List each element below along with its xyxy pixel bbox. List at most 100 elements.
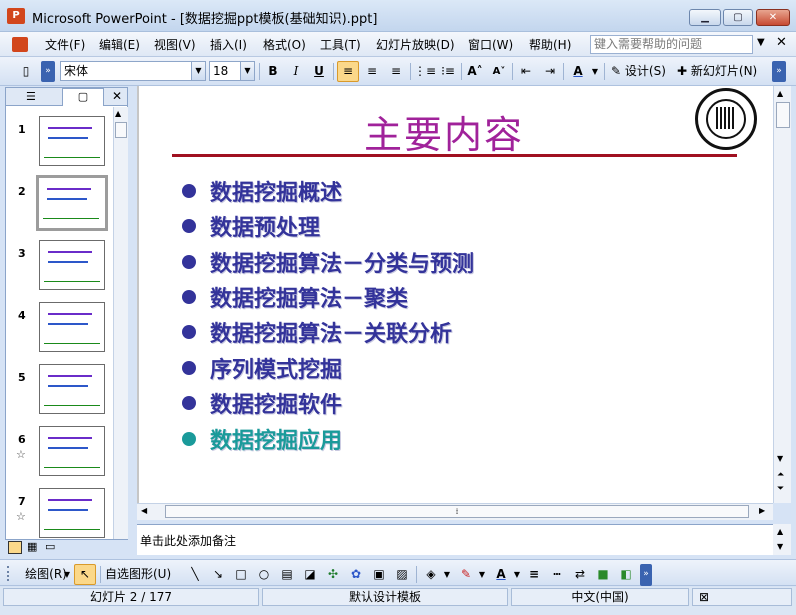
- menu-format[interactable]: 格式(O): [261, 36, 308, 53]
- notes-placeholder[interactable]: 单击此处添加备注: [140, 532, 236, 549]
- bold-button[interactable]: B: [263, 61, 283, 82]
- menu-slideshow[interactable]: 幻灯片放映(D): [374, 36, 457, 53]
- design-button[interactable]: ✎ 设计(S): [608, 61, 670, 82]
- select-objects-icon[interactable]: ↖: [74, 564, 96, 585]
- spell-check-icon[interactable]: ⊠: [692, 588, 792, 606]
- scroll-left-icon[interactable]: ◀: [141, 506, 147, 515]
- horizontal-scroll-thumb[interactable]: ⁞: [165, 505, 749, 518]
- slide-thumbnail[interactable]: [39, 240, 105, 290]
- slide[interactable]: 主要内容 数据挖掘概述 数据预处理 数据挖掘算法－分类与预测 数据挖掘算法－聚类 数据挖…: [137, 86, 772, 503]
- scroll-down-icon[interactable]: ▼: [777, 542, 783, 551]
- bullet-list-icon[interactable]: ⁝≡: [437, 61, 459, 82]
- insert-image-icon[interactable]: ▨: [391, 564, 413, 585]
- menu-tools[interactable]: 工具(T): [318, 36, 363, 53]
- slide-thumbnail[interactable]: [39, 488, 105, 538]
- close-document-icon[interactable]: ✕: [776, 35, 787, 50]
- slide-canvas[interactable]: 主要内容 数据挖掘概述 数据预处理 数据挖掘算法－分类与预测 数据挖掘算法－聚类 数据挖…: [137, 86, 776, 503]
- underline-button[interactable]: U: [309, 61, 329, 82]
- help-dropdown-icon[interactable]: ▼: [757, 37, 765, 48]
- align-center-icon[interactable]: ≡: [361, 61, 383, 82]
- italic-button[interactable]: I: [286, 61, 306, 82]
- outline-tab-icon[interactable]: ☰: [26, 90, 36, 103]
- font-name-select[interactable]: 宋体 ▼: [60, 61, 206, 81]
- new-document-icon[interactable]: ▯: [15, 61, 37, 82]
- slide-thumbnail[interactable]: [39, 302, 105, 352]
- toolbar-overflow-icon[interactable]: »: [640, 564, 652, 586]
- slide-thumbnail[interactable]: [39, 116, 105, 166]
- slide-sorter-view-icon[interactable]: ▦: [27, 540, 37, 553]
- diagram-icon[interactable]: ✣: [322, 564, 344, 585]
- fill-color-icon[interactable]: ◈: [420, 564, 442, 585]
- scroll-up-icon[interactable]: ▲: [777, 89, 783, 98]
- menu-view[interactable]: 视图(V): [152, 36, 198, 53]
- chevron-down-icon[interactable]: ▼: [477, 564, 487, 585]
- slide-title[interactable]: 主要内容: [139, 104, 749, 159]
- help-search-input[interactable]: 键入需要帮助的问题: [590, 35, 753, 54]
- menu-help[interactable]: 帮助(H): [527, 36, 573, 53]
- chevron-down-icon[interactable]: ▼: [442, 564, 452, 585]
- text-box-icon[interactable]: ▤: [276, 564, 298, 585]
- chevron-down-icon[interactable]: ▼: [240, 62, 254, 80]
- close-button[interactable]: ✕: [756, 9, 790, 26]
- scroll-up-icon[interactable]: ▲: [115, 109, 121, 118]
- slides-tab-icon[interactable]: ▢: [62, 88, 104, 106]
- menu-file[interactable]: 文件(F): [43, 36, 87, 53]
- clip-art-icon[interactable]: ✿: [345, 564, 367, 585]
- rectangle-icon[interactable]: □: [230, 564, 252, 585]
- previous-slide-icon[interactable]: ⏶: [777, 470, 784, 480]
- shadow-style-icon[interactable]: ■: [592, 564, 614, 585]
- align-left-icon[interactable]: ≡: [337, 61, 359, 82]
- menu-edit[interactable]: 编辑(E): [97, 36, 142, 53]
- chevron-down-icon[interactable]: ▼: [512, 564, 522, 585]
- wordart-icon[interactable]: ◪: [299, 564, 321, 585]
- toolbar-options-icon[interactable]: »: [41, 61, 55, 82]
- chevron-down-icon[interactable]: ▼: [62, 564, 72, 585]
- slide-scroll-thumb[interactable]: [776, 102, 790, 128]
- arrow-style-icon[interactable]: ⇄: [569, 564, 591, 585]
- notes-scrollbar[interactable]: ▲ ▼: [773, 524, 791, 555]
- oval-icon[interactable]: ○: [253, 564, 275, 585]
- maximize-button[interactable]: ▢: [723, 9, 753, 26]
- menu-insert[interactable]: 插入(I): [208, 36, 249, 53]
- autoshapes-menu-button[interactable]: 自选图形(U): [104, 564, 182, 585]
- line-icon[interactable]: ╲: [184, 564, 206, 585]
- font-size-select[interactable]: 18 ▼: [209, 61, 255, 81]
- scroll-down-icon[interactable]: ▼: [777, 454, 783, 463]
- 3d-style-icon[interactable]: ◧: [615, 564, 637, 585]
- template-status[interactable]: 默认设计模板: [262, 588, 508, 606]
- slide-scrollbar[interactable]: ▲ ▼ ⏶ ⏷: [773, 86, 791, 503]
- normal-view-icon[interactable]: [8, 541, 22, 554]
- thumbnail-scroll-thumb[interactable]: [115, 122, 127, 138]
- dash-style-icon[interactable]: ┅: [546, 564, 568, 585]
- font-color-dropdown-icon[interactable]: ▼: [590, 61, 600, 82]
- scroll-right-icon[interactable]: ▶: [759, 506, 765, 515]
- increase-indent-icon[interactable]: ⇥: [539, 61, 561, 82]
- slide-thumbnail[interactable]: [36, 175, 108, 231]
- numbered-list-icon[interactable]: ⋮≡: [413, 61, 436, 82]
- close-panel-icon[interactable]: ✕: [112, 89, 122, 103]
- horizontal-scrollbar[interactable]: ◀ ⁞ ▶: [137, 503, 773, 520]
- menu-window[interactable]: 窗口(W): [466, 36, 515, 53]
- next-slide-icon[interactable]: ⏷: [777, 484, 784, 494]
- powerpoint-app-icon[interactable]: P: [7, 8, 25, 24]
- scroll-up-icon[interactable]: ▲: [777, 527, 783, 536]
- document-icon[interactable]: [12, 37, 28, 52]
- arrow-icon[interactable]: ↘: [207, 564, 229, 585]
- toolbar-overflow-icon[interactable]: »: [772, 61, 786, 82]
- slideshow-view-icon[interactable]: ▭: [45, 540, 55, 553]
- increase-font-icon[interactable]: A˄: [464, 61, 486, 82]
- slide-thumbnail[interactable]: [39, 426, 105, 476]
- picture-icon[interactable]: ▣: [368, 564, 390, 585]
- decrease-indent-icon[interactable]: ⇤: [515, 61, 537, 82]
- decrease-font-icon[interactable]: A˅: [488, 61, 510, 82]
- notes-pane[interactable]: 单击此处添加备注: [137, 524, 773, 555]
- line-color-icon[interactable]: ✎: [455, 564, 477, 585]
- line-style-icon[interactable]: ≡: [523, 564, 545, 585]
- font-color-icon[interactable]: A: [490, 564, 512, 585]
- thumbnail-scrollbar[interactable]: ▲: [113, 107, 128, 539]
- align-right-icon[interactable]: ≡: [385, 61, 407, 82]
- minimize-button[interactable]: ▁: [689, 9, 721, 26]
- font-color-icon[interactable]: A: [567, 61, 589, 82]
- chevron-down-icon[interactable]: ▼: [191, 62, 205, 80]
- slide-thumbnail[interactable]: [39, 364, 105, 414]
